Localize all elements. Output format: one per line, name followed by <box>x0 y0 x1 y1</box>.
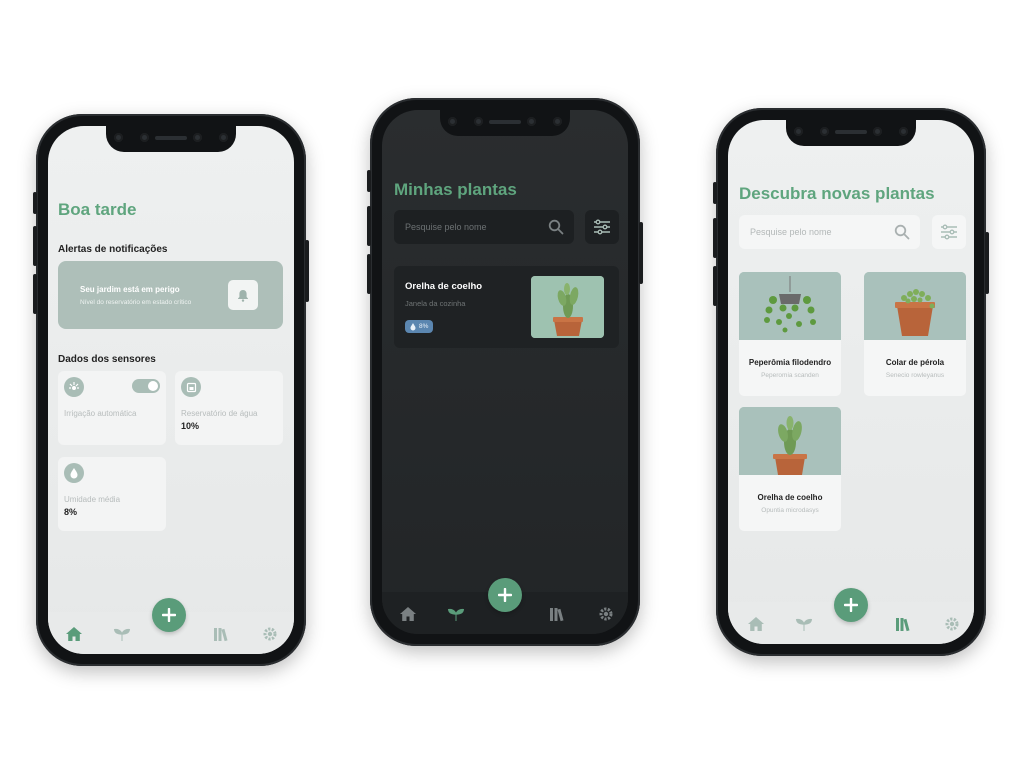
nav-plants[interactable] <box>794 614 814 634</box>
sensor-card-irrigation[interactable]: Irrigação automática <box>58 371 166 445</box>
plant-card-string-of-pearls[interactable]: Colar de pérola Senecio rowleyanus <box>864 272 966 396</box>
search-input[interactable]: Pesquise pelo nome <box>739 215 920 249</box>
nav-settings[interactable] <box>942 614 962 634</box>
bell-button[interactable] <box>228 280 258 310</box>
bottom-nav <box>382 578 628 634</box>
library-icon <box>550 608 564 622</box>
plant-card-peperomia[interactable]: Peperômia filodendro Peperomia scanden <box>739 272 841 396</box>
plant-location: Janela da cozinha <box>405 299 466 308</box>
humidity-icon <box>64 463 84 483</box>
sensor-value: 10% <box>181 421 200 431</box>
plant-icon <box>447 608 465 621</box>
library-icon <box>896 618 910 632</box>
phone-home: Boa tarde Alertas de notificações Seu ja… <box>33 114 309 666</box>
sensors-section-title: Dados dos sensores <box>58 354 156 365</box>
nav-plants[interactable] <box>446 604 466 624</box>
water-drop-icon <box>410 322 416 330</box>
plant-name: Colar de pérola <box>885 358 945 367</box>
notch <box>440 110 570 136</box>
filter-button[interactable] <box>932 215 966 249</box>
nav-plants[interactable] <box>112 624 132 644</box>
add-plant-button[interactable] <box>834 588 868 622</box>
plant-scientific-name: Opuntia microdasys <box>761 507 819 514</box>
sensor-label: Reservatório de água <box>181 409 258 418</box>
settings-icon <box>599 607 613 621</box>
nav-home[interactable] <box>64 624 84 644</box>
sensor-card-humidity[interactable]: Umidade média 8% <box>58 457 166 531</box>
irrigation-toggle[interactable] <box>132 379 160 393</box>
plant-name: Peperômia filodendro <box>748 358 832 367</box>
plant-scientific-name: Peperomia scanden <box>761 372 819 379</box>
add-icon <box>498 588 512 602</box>
home-screen: Boa tarde Alertas de notificações Seu ja… <box>48 126 294 654</box>
search-icon <box>548 219 564 235</box>
alert-card[interactable]: Seu jardim está em perigo Nível do reser… <box>58 261 283 329</box>
filter-icon <box>941 224 957 240</box>
sensor-label: Irrigação automática <box>64 409 137 418</box>
phone-discover: Descubra novas plantas Pesquise pelo nom… <box>713 108 989 656</box>
moisture-badge: 8% <box>405 320 434 333</box>
discover-title: Descubra novas plantas <box>739 184 935 203</box>
add-plant-button[interactable] <box>488 578 522 612</box>
filter-button[interactable] <box>585 210 619 244</box>
plant-name: Orelha de coelho <box>405 281 483 292</box>
nav-home[interactable] <box>398 604 418 624</box>
discover-screen: Descubra novas plantas Pesquise pelo nom… <box>728 120 974 644</box>
plant-icon <box>113 628 131 641</box>
plant-card[interactable]: Orelha de coelho Janela da cozinha 8% <box>394 266 619 348</box>
home-icon <box>748 617 764 631</box>
search-placeholder: Pesquise pelo nome <box>750 227 832 237</box>
bottom-nav <box>48 598 294 654</box>
add-icon <box>844 598 858 612</box>
bell-icon <box>238 289 248 302</box>
moisture-value: 8% <box>419 323 429 330</box>
nav-settings[interactable] <box>596 604 616 624</box>
sprinkler-icon <box>64 377 84 397</box>
cactus-image <box>531 276 604 338</box>
home-icon <box>400 607 416 621</box>
sensor-card-reservoir[interactable]: Reservatório de água 10% <box>175 371 283 445</box>
greeting-title: Boa tarde <box>58 200 137 219</box>
add-plant-button[interactable] <box>152 598 186 632</box>
bottom-nav <box>728 588 974 644</box>
nav-library[interactable] <box>212 624 232 644</box>
alerts-section-title: Alertas de notificações <box>58 244 168 255</box>
settings-icon <box>263 627 277 641</box>
my-plants-title: Minhas plantas <box>394 180 517 199</box>
reservoir-icon <box>181 377 201 397</box>
sensor-label: Umidade média <box>64 495 121 504</box>
plant-name: Orelha de coelho <box>757 493 823 502</box>
phone-my-plants: Minhas plantas Pesquise pelo nome Orelha… <box>367 98 643 646</box>
my-plants-screen: Minhas plantas Pesquise pelo nome Orelha… <box>382 110 628 634</box>
nav-library[interactable] <box>548 604 568 624</box>
bunny-ears-cactus-image <box>739 407 841 475</box>
alert-title: Seu jardim está em perigo <box>80 285 180 294</box>
settings-icon <box>945 617 959 631</box>
add-icon <box>162 608 176 622</box>
plant-card-bunny-ears[interactable]: Orelha de coelho Opuntia microdasys <box>739 407 841 531</box>
plant-scientific-name: Senecio rowleyanus <box>885 372 945 379</box>
alert-subtitle: Nível do reservatório em estado crítico <box>80 299 192 306</box>
search-icon <box>894 224 910 240</box>
home-icon <box>66 627 82 641</box>
nav-settings[interactable] <box>260 624 280 644</box>
nav-library[interactable] <box>894 614 914 634</box>
filter-icon <box>594 219 610 235</box>
notch <box>786 120 916 146</box>
string-of-pearls-image <box>864 272 966 340</box>
sensor-value: 8% <box>64 507 78 517</box>
plant-icon <box>795 618 813 631</box>
search-input[interactable]: Pesquise pelo nome <box>394 210 574 244</box>
nav-home[interactable] <box>746 614 766 634</box>
search-placeholder: Pesquise pelo nome <box>405 222 487 232</box>
peperomia-image <box>739 272 841 340</box>
library-icon <box>214 628 228 642</box>
notch <box>106 126 236 152</box>
